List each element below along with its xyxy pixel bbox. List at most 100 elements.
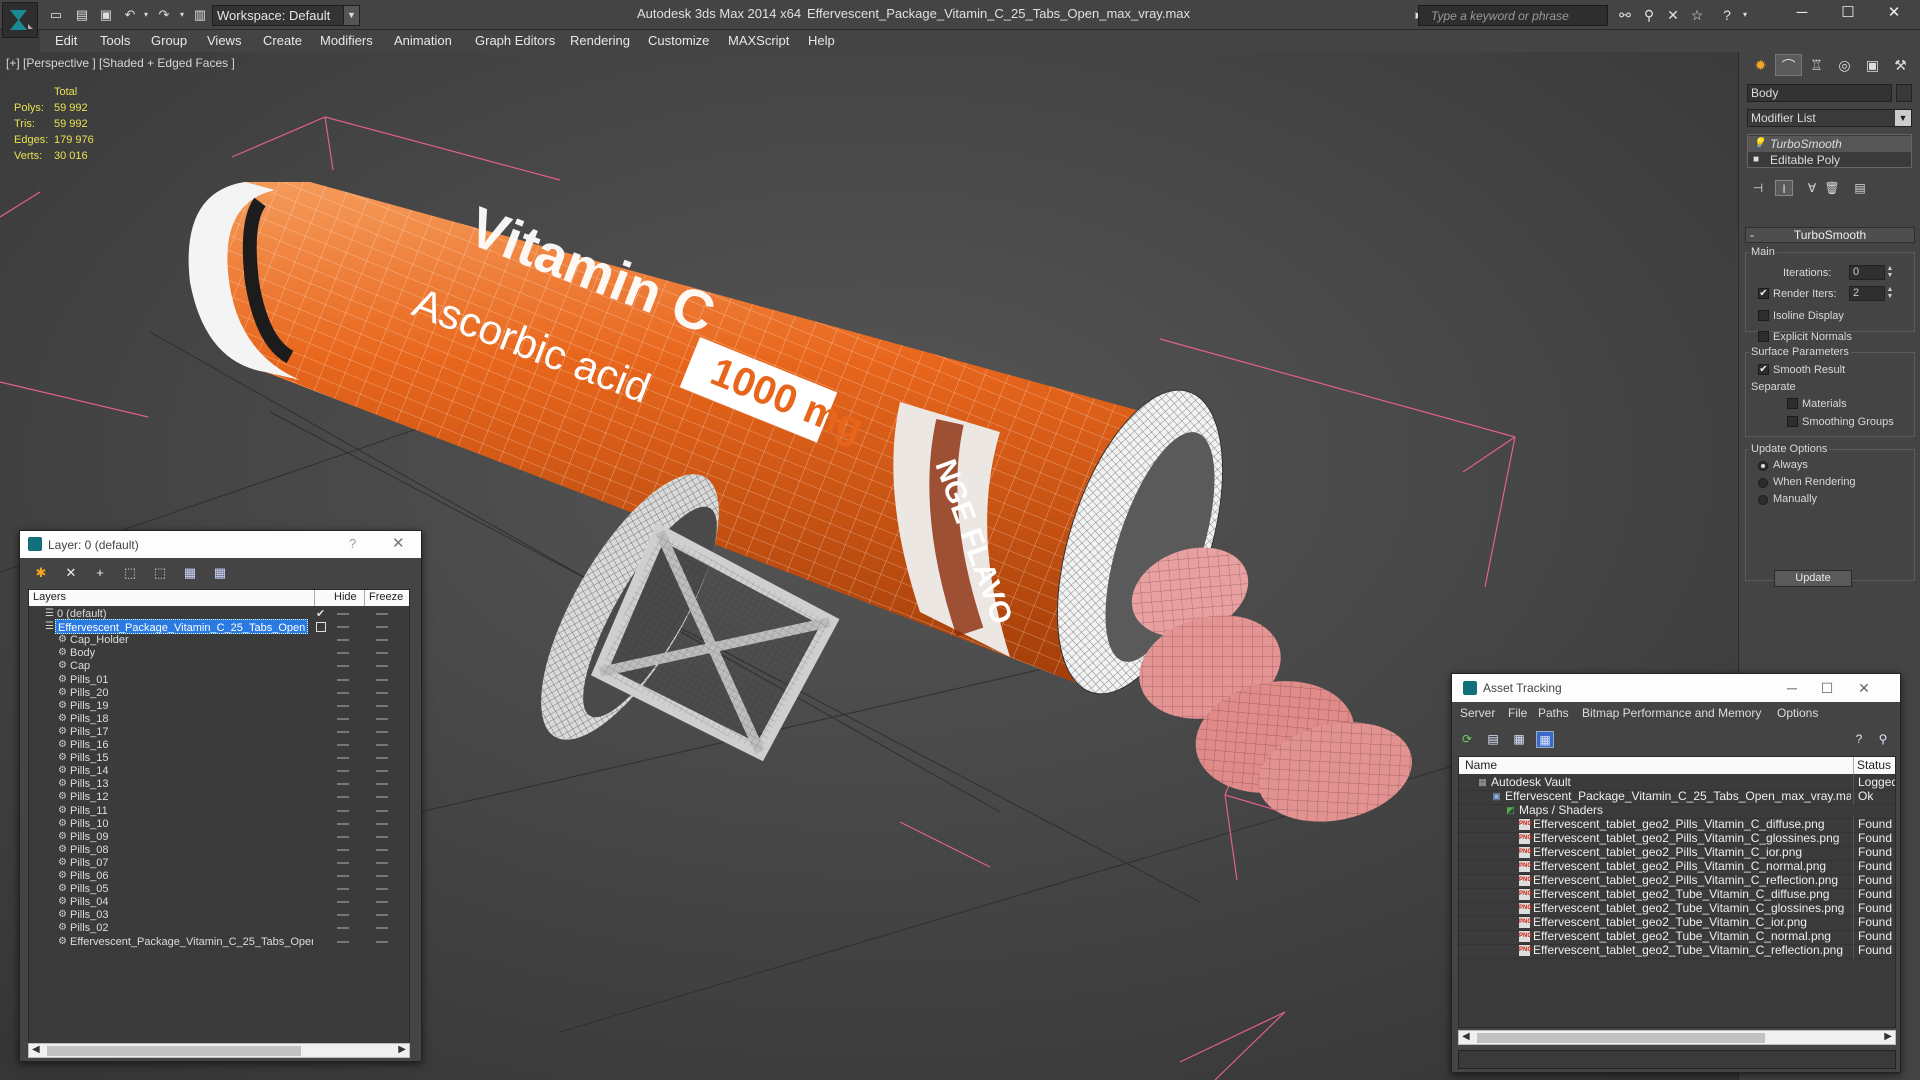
refresh-icon[interactable]: ⟳ [1458, 731, 1476, 748]
menu-graph-editors[interactable]: Graph Editors [475, 33, 555, 48]
hide-toggle[interactable] [337, 914, 349, 917]
layer-window-titlebar[interactable]: Layer: 0 (default) ? ✕ [20, 531, 421, 558]
freeze-toggle[interactable] [376, 875, 388, 877]
asset-menu-paths[interactable]: Paths [1538, 706, 1569, 720]
freeze-toggle[interactable] [376, 744, 388, 746]
column-layers[interactable]: Layers [33, 591, 66, 603]
hide-toggle[interactable] [337, 822, 349, 825]
freeze-toggle[interactable] [376, 783, 388, 786]
hide-toggle[interactable] [337, 652, 349, 655]
scroll-right-icon[interactable]: ▶ [398, 1044, 406, 1055]
redo-dropdown-icon[interactable]: ▾ [174, 7, 190, 22]
hide-toggle[interactable] [337, 783, 349, 786]
lightbulb-icon[interactable]: 💡 [1753, 138, 1765, 150]
hide-all-icon[interactable]: ▦ [179, 564, 201, 582]
scrollbar-thumb[interactable] [47, 1046, 301, 1056]
hide-toggle[interactable] [337, 835, 349, 838]
asset-menu-options[interactable]: Options [1777, 706, 1818, 720]
freeze-all-icon[interactable]: ▦ [209, 564, 231, 582]
when-rendering-radio[interactable] [1758, 478, 1768, 488]
table-view-icon[interactable]: ▦ [1510, 731, 1528, 748]
asset-menu-file[interactable]: File [1508, 706, 1527, 720]
list-view-icon[interactable]: ▤ [1484, 731, 1502, 748]
freeze-toggle[interactable] [376, 927, 388, 930]
workspace-select[interactable]: Workspace: Default [212, 5, 360, 26]
layer-row[interactable]: ⚙ Effervescent_Package_Vitamin_C_25_Tabs_… [29, 934, 409, 950]
search-input[interactable] [1419, 6, 1607, 25]
communication-center-icon[interactable]: ⚲ [1640, 7, 1658, 23]
hide-toggle[interactable] [337, 875, 349, 877]
hide-toggle[interactable] [337, 613, 349, 615]
asset-row[interactable]: PNG Effervescent_tablet_geo2_Tube_Vitamin… [1459, 942, 1895, 959]
hide-toggle[interactable] [337, 861, 349, 864]
scroll-left-icon[interactable]: ◀ [32, 1044, 40, 1055]
asset-menu-bitmap[interactable]: Bitmap Performance and Memory [1582, 706, 1761, 720]
freeze-toggle[interactable] [376, 809, 388, 812]
spinner-arrows-icon[interactable]: ▲ ▼ [1886, 265, 1894, 280]
hide-toggle[interactable] [337, 796, 349, 799]
open-file-icon[interactable]: ▤ [74, 7, 90, 22]
smooth-result-checkbox[interactable]: ✔ [1758, 364, 1769, 375]
show-end-result-icon[interactable]: I [1775, 180, 1793, 196]
always-radio[interactable] [1758, 461, 1768, 471]
scroll-left-icon[interactable]: ◀ [1462, 1031, 1470, 1042]
motion-tab-icon[interactable]: ◎ [1831, 54, 1858, 76]
freeze-toggle[interactable] [376, 822, 388, 825]
undo-dropdown-icon[interactable]: ▾ [138, 7, 154, 22]
hide-toggle[interactable] [337, 730, 349, 733]
freeze-toggle[interactable] [376, 639, 388, 642]
close-icon[interactable]: ✕ [392, 534, 405, 552]
hide-toggle[interactable] [337, 848, 349, 851]
scrollbar-thumb[interactable] [1477, 1033, 1765, 1043]
hide-toggle[interactable] [337, 744, 349, 746]
freeze-toggle[interactable] [376, 888, 388, 891]
freeze-toggle[interactable] [376, 678, 388, 681]
highlight-layer-icon[interactable]: ⬚ [149, 564, 171, 582]
project-folder-icon[interactable]: ▥ [192, 7, 208, 22]
hierarchy-tab-icon[interactable]: ♖ [1803, 54, 1830, 76]
app-logo-icon[interactable] [2, 2, 38, 38]
freeze-toggle[interactable] [376, 704, 388, 707]
layer-horizontal-scrollbar[interactable]: ◀ ▶ [28, 1043, 410, 1058]
redo-icon[interactable]: ↷ [156, 7, 172, 22]
freeze-toggle[interactable] [376, 665, 388, 668]
freeze-toggle[interactable] [376, 940, 388, 943]
object-color-swatch[interactable] [1896, 84, 1912, 102]
freeze-toggle[interactable] [376, 730, 388, 733]
modify-tab-icon[interactable]: ⌒ [1775, 54, 1802, 76]
column-status[interactable]: Status [1857, 758, 1891, 772]
utilities-tab-icon[interactable]: ⚒ [1887, 54, 1914, 76]
asset-window-titlebar[interactable]: Asset Tracking ─ ☐ ✕ [1452, 674, 1900, 702]
freeze-toggle[interactable] [376, 901, 388, 904]
create-tab-sun-icon[interactable]: ✹ [1747, 54, 1774, 76]
hide-toggle[interactable] [337, 639, 349, 642]
minimize-icon[interactable]: ─ [1777, 678, 1807, 698]
column-name[interactable]: Name [1465, 758, 1497, 772]
menu-edit[interactable]: Edit [55, 33, 77, 48]
hide-toggle[interactable] [337, 927, 349, 930]
new-file-icon[interactable]: ▭ [48, 7, 64, 22]
spinner-arrows-icon[interactable]: ▲ ▼ [1886, 286, 1894, 301]
stack-item-turbosmooth[interactable]: 💡 TurboSmooth [1748, 136, 1911, 152]
scroll-right-icon[interactable]: ▶ [1884, 1031, 1892, 1042]
asset-status-field[interactable] [1458, 1050, 1896, 1069]
hide-toggle[interactable] [337, 809, 349, 812]
menu-create[interactable]: Create [263, 33, 302, 48]
hide-toggle[interactable] [337, 691, 349, 694]
rollout-header[interactable]: - TurboSmooth [1745, 227, 1915, 243]
smoothing-groups-checkbox[interactable] [1787, 416, 1798, 427]
modifier-list-dropdown[interactable]: Modifier List ▼ [1747, 109, 1912, 127]
manually-radio[interactable] [1758, 495, 1768, 505]
add-to-layer-icon[interactable]: + [89, 564, 111, 582]
viewport-label[interactable]: [+] [Perspective ] [Shaded + Edged Faces… [6, 56, 235, 70]
pin-icon[interactable]: ⚲ [1874, 731, 1892, 748]
favorites-star-icon[interactable]: ☆ [1688, 7, 1706, 23]
menu-rendering[interactable]: Rendering [570, 33, 630, 48]
freeze-toggle[interactable] [376, 796, 388, 799]
column-hide[interactable]: Hide [334, 591, 357, 603]
freeze-toggle[interactable] [376, 613, 388, 615]
save-file-icon[interactable]: ▣ [98, 7, 114, 22]
display-tab-icon[interactable]: ▣ [1859, 54, 1886, 76]
set-current-layer-box[interactable] [316, 622, 326, 633]
materials-checkbox[interactable] [1787, 398, 1798, 409]
